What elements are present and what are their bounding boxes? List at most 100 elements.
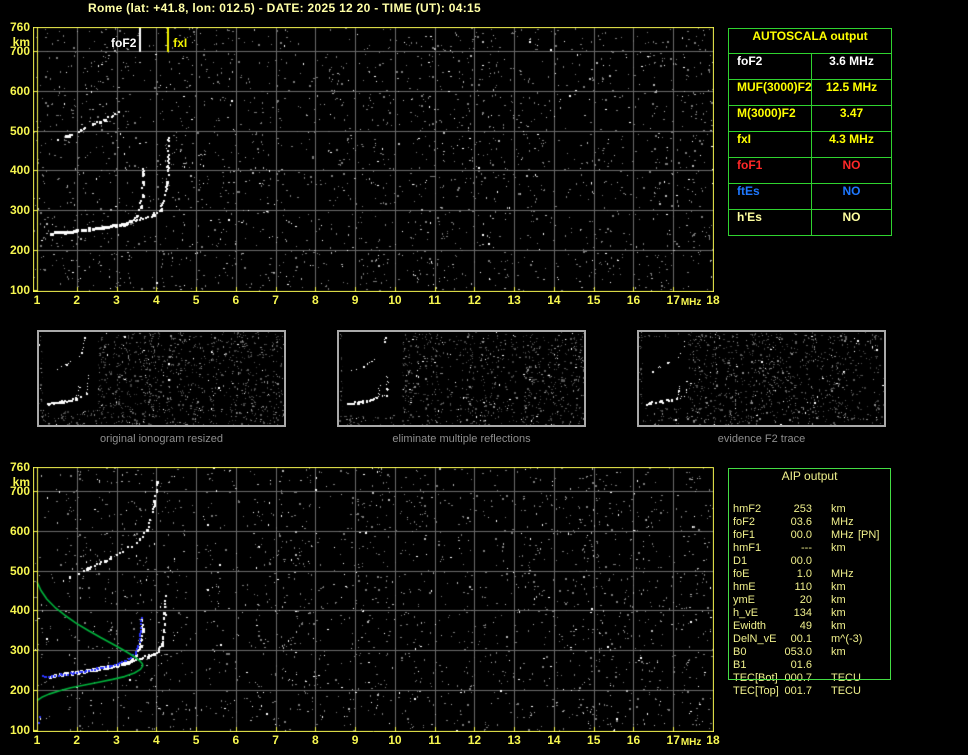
row-label: MUF(3000)F2 (729, 80, 812, 105)
aip-row-note: [PN] (858, 529, 880, 541)
table-row-fof1: foF1 NO (729, 158, 891, 184)
panel-original-ionogram (37, 330, 286, 427)
aip-table-row: foF2 03.6 MHz (728, 516, 898, 529)
profile-ionogram-plot (33, 467, 714, 732)
aip-table-row: DelN_vE 00.1 m^(-3) (728, 633, 898, 646)
autoscala-screen: Rome (lat: +41.8, lon: 012.5) - DATE: 20… (0, 0, 968, 755)
x-tick-label: 6 (232, 733, 240, 747)
x-tick-label: 4 (152, 733, 160, 747)
row-value: NO (842, 210, 861, 224)
x-tick-label: 14 (547, 733, 561, 747)
y-tick-label: 400 (9, 603, 30, 618)
evidence-f2-trace-thumbnail (639, 332, 884, 425)
x-tick-label: 8 (312, 293, 319, 307)
aip-table-row: TEC[Top] 001.7 TECU (728, 685, 898, 698)
aip-row-value: 053.0 (784, 646, 812, 658)
original-ionogram-thumbnail (39, 332, 284, 425)
aip-row-value: 00.0 (790, 555, 812, 567)
row-value: NO (842, 184, 861, 198)
x-tick-label: 18 (706, 293, 720, 307)
y-tick-label: 200 (9, 243, 30, 258)
aip-row-unit: km (831, 607, 846, 619)
aip-row-label: foF1 (733, 529, 756, 541)
fxi-marker-label: fxI (173, 36, 188, 50)
aip-row-unit: m^(-3) (831, 633, 863, 645)
aip-table-row: TEC[Bot] 000.7 TECU (728, 672, 898, 685)
aip-row-unit: km (831, 581, 846, 593)
x-tick-label: 4 (152, 293, 160, 307)
aip-row-value: 001.7 (784, 685, 812, 697)
panel-caption: eliminate multiple reflections (392, 433, 531, 445)
x-tick-label: 15 (587, 293, 601, 307)
y-tick-label: 400 (9, 163, 30, 178)
aip-row-label: foE (733, 568, 750, 580)
autoscala-table-title: AUTOSCALA output (729, 29, 891, 54)
aip-row-value: 00.1 (790, 633, 812, 645)
x-tick-label: 11 (428, 733, 441, 747)
fof2-marker-label: foF2 (111, 36, 137, 50)
y-tick-label: 500 (9, 563, 30, 578)
x-axis-unit: MHz (680, 737, 702, 748)
x-tick-label: 15 (587, 733, 601, 747)
row-label: ftEs (729, 184, 812, 209)
eliminate-reflections-thumbnail (339, 332, 584, 425)
row-value: 4.3 MHz (829, 132, 874, 146)
aip-row-value: 20 (799, 594, 812, 606)
aip-row-value: 000.7 (784, 672, 812, 684)
aip-row-unit: MHz (831, 568, 854, 580)
aip-table-title: AIP output (781, 469, 838, 483)
y-tick-label: 760 (9, 20, 30, 34)
autoscala-output-table: AUTOSCALA output foF2 3.6 MHz MUF(3000)F… (728, 28, 892, 236)
table-row-ftes: ftEs NO (729, 184, 891, 210)
aip-table-row: B0 053.0 km (728, 646, 898, 659)
x-tick-label: 3 (113, 733, 120, 747)
aip-row-unit: km (831, 646, 846, 658)
x-tick-label: 12 (467, 293, 482, 307)
aip-row-unit: km (831, 594, 846, 606)
aip-row-label: D1 (733, 555, 748, 567)
aip-row-label: hmF1 (733, 542, 762, 554)
page-title: Rome (lat: +41.8, lon: 012.5) - DATE: 20… (88, 1, 481, 15)
x-tick-label: 16 (626, 733, 641, 747)
y-tick-label: 600 (9, 523, 30, 538)
aip-output-table: AIP output hmF2 253 km foF2 03.6 MHz foF1 00.0 M… (728, 468, 898, 713)
y-tick-label: 300 (9, 203, 30, 218)
x-tick-label: 7 (272, 733, 279, 747)
aip-table-row: B1 01.6 (728, 659, 898, 672)
y-tick-label: 200 (9, 683, 30, 698)
aip-row-value: --- (801, 542, 812, 554)
x-tick-label: 10 (388, 293, 402, 307)
x-tick-label: 9 (351, 733, 359, 747)
x-tick-label: 5 (192, 293, 200, 307)
y-tick-label: 100 (9, 723, 30, 737)
x-tick-label: 3 (113, 293, 120, 307)
aip-row-value: 00.0 (790, 529, 812, 541)
row-label: foF1 (729, 158, 812, 183)
x-tick-label: 1 (33, 733, 41, 747)
x-tick-label: 9 (351, 293, 359, 307)
aip-row-label: hmE (733, 581, 756, 593)
aip-row-value: 1.0 (796, 568, 812, 580)
row-value: 3.47 (839, 106, 864, 120)
y-tick-label: 600 (9, 83, 30, 98)
table-row-muf3000f2: MUF(3000)F2 12.5 MHz (729, 80, 891, 106)
x-tick-label: 12 (467, 733, 482, 747)
y-axis-unit: km (12, 475, 30, 489)
x-tick-label: 5 (192, 733, 200, 747)
y-tick-label: 300 (9, 643, 30, 658)
x-tick-label: 8 (312, 733, 319, 747)
aip-table-row: Ewidth 49 km (728, 620, 898, 633)
aip-table-row: D1 00.0 (728, 555, 898, 568)
row-label: foF2 (729, 54, 812, 79)
x-tick-label: 17 (666, 733, 680, 747)
aip-row-label: hmF2 (733, 503, 762, 515)
aip-row-unit: MHz (831, 529, 854, 541)
x-tick-label: 16 (626, 293, 641, 307)
aip-row-unit: km (831, 503, 846, 515)
table-row-hpes: h'Es NO (729, 210, 891, 235)
aip-table-row: hmE 110 km (728, 581, 898, 594)
x-tick-label: 1 (33, 293, 41, 307)
aip-row-value: 03.6 (790, 516, 812, 528)
row-label: fxI (729, 132, 812, 157)
aip-row-label: h_vE (733, 607, 759, 619)
